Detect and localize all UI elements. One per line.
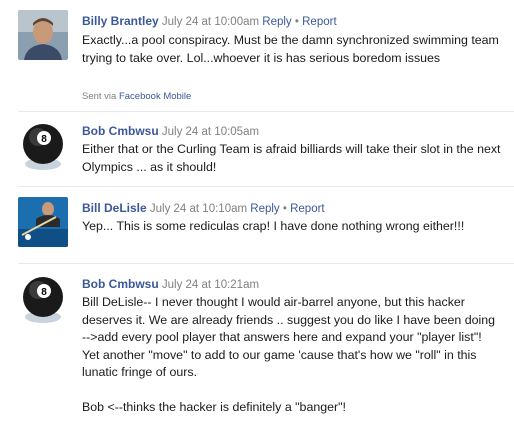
report-link[interactable]: Report [302,16,337,28]
separator-dot: • [282,203,287,215]
comment-text: Yep... This is some rediculas crap! I ha… [82,218,502,236]
person-photo-icon [18,10,68,60]
timestamp: July 24 at 10:21am [161,279,260,291]
comment-body: Yep... This is some rediculas crap! I ha… [82,219,465,233]
author-name[interactable]: Billy Brantley [82,14,159,28]
divider [18,263,514,264]
avatar[interactable] [18,197,68,247]
timestamp: July 24 at 10:05am [161,126,260,138]
report-link[interactable]: Report [290,203,325,215]
eight-ball-icon: 8 [18,120,68,170]
pool-table-photo-icon [18,197,68,247]
author-name[interactable]: Bob Cmbwsu [82,124,159,138]
sent-via: Sent via Facebook Mobile [82,91,191,102]
timestamp: July 24 at 10:10am [149,203,248,215]
author-name[interactable]: Bill DeLisle [82,201,147,215]
avatar[interactable]: 8 [18,120,68,170]
eight-ball-icon: 8 [18,273,68,323]
facebook-mobile-link[interactable]: Facebook Mobile [119,91,191,102]
divider [18,186,514,187]
comment-body: Exactly...a pool conspiracy. Must be the… [82,33,499,65]
timestamp: July 24 at 10:00am [161,16,260,28]
comment-meta: Bob Cmbwsu July 24 at 10:05am [82,124,259,139]
comment-body: Either that or the Curling Team is afrai… [82,142,501,174]
avatar[interactable] [18,10,68,60]
comment-text: Either that or the Curling Team is afrai… [82,141,502,176]
comment-body: Bill DeLisle-- I never thought I would a… [82,295,496,414]
separator-dot: • [294,16,299,28]
author-name[interactable]: Bob Cmbwsu [82,277,159,291]
svg-text:8: 8 [41,287,47,298]
svg-text:8: 8 [41,134,47,145]
avatar[interactable]: 8 [18,273,68,323]
sent-via-label: Sent via [82,91,117,102]
comment-meta: Bill DeLisle July 24 at 10:10am Reply • … [82,201,325,216]
comment-text: Bill DeLisle-- I never thought I would a… [82,294,502,417]
divider [18,111,514,112]
reply-link[interactable]: Reply [250,203,279,215]
comment-meta: Bob Cmbwsu July 24 at 10:21am [82,277,259,292]
comment-text: Exactly...a pool conspiracy. Must be the… [82,32,502,67]
reply-link[interactable]: Reply [262,16,291,28]
comment-meta: Billy Brantley July 24 at 10:00am Reply … [82,14,337,29]
